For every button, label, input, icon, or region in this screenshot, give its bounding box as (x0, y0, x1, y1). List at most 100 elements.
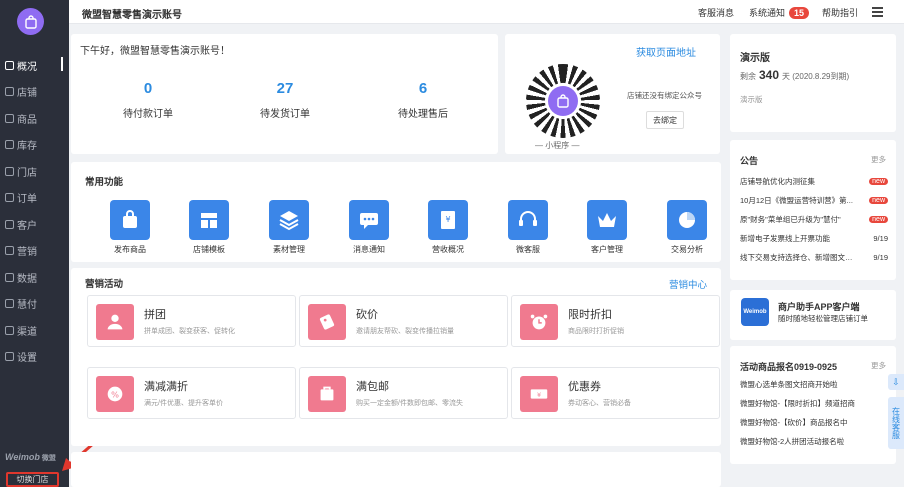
function-layers[interactable]: 素材管理 (259, 200, 319, 255)
notice-item[interactable]: 10月12日《微盟运营特训营》第... new (740, 195, 888, 206)
sidebar-item-customers[interactable]: 客户 (0, 211, 69, 238)
notice-card: 公告 更多 店铺导航优化内测征集 new 10月12日《微盟运营特训营》第... ne… (730, 140, 896, 280)
sidebar-item-label: 商品 (17, 114, 37, 126)
function-headset[interactable]: 微客服 (498, 200, 558, 255)
sidebar-item-channels[interactable]: 渠道 (0, 317, 69, 344)
sidebar-nav: 概况 店铺 商品 库存 门店 订单 客户 营销 数据 慧付 渠道 设置 (0, 52, 69, 370)
download-icon[interactable]: ⇩ (888, 374, 904, 390)
sidebar-item-label: 店铺 (17, 88, 37, 100)
sidebar-item-label: 客户 (17, 220, 37, 232)
remain-days: 340 (759, 68, 780, 82)
stat-label: 待付款订单 (123, 109, 173, 120)
function-label: 微客服 (516, 245, 540, 254)
function-label: 客户管理 (591, 245, 623, 254)
activity-item[interactable]: 微盟好物馆-【砍价】商品报名中 (740, 417, 848, 428)
overview-icon (5, 60, 14, 70)
sidebar-item-stores[interactable]: 门店 (0, 158, 69, 185)
marketing-item-title: 拼团 (144, 309, 166, 321)
stat-label: 待发货订单 (260, 109, 310, 120)
marketing-center-link[interactable]: 营销中心 (669, 277, 707, 291)
qr-card: 获取页面地址 — 小程序 — 店铺还没有绑定公众号 去绑定 (505, 34, 720, 154)
section-title: 常用功能 (85, 177, 124, 188)
marketing-item-title: 满减满折 (144, 381, 188, 393)
function-crown[interactable]: 客户管理 (577, 200, 637, 255)
shopping-bag-icon (557, 94, 569, 108)
stat-pending-aftersale[interactable]: 6 待处理售后 (368, 80, 478, 120)
hamburger-menu-icon[interactable] (872, 7, 883, 17)
marketing-item-desc: 满元/件优惠、提升客单价 (144, 400, 223, 407)
activity-item[interactable]: 微盟心选单条图文招商开始啦 (740, 379, 838, 390)
app-promo-card[interactable]: Weimob 商户助手APP客户端 随时随地轻松管理店铺订单 (730, 290, 896, 340)
brand-text: Weimob (5, 452, 40, 462)
plan-card: 演示版 剩余 340 天 (2020.8.29到期) 演示版 (730, 34, 896, 132)
sidebar-item-marketing[interactable]: 营销 (0, 238, 69, 265)
marketing-item-package[interactable]: 满包邮 购买一定金额/件数即包邮、零流失 (299, 367, 508, 419)
notice-more-link[interactable]: 更多 (871, 154, 886, 165)
activity-title: 活动商品报名0919-0925 (740, 362, 838, 372)
bottom-card (71, 452, 721, 487)
get-page-url-link[interactable]: 获取页面地址 (636, 44, 696, 59)
sidebar-item-inventory[interactable]: 库存 (0, 132, 69, 159)
greeting-card: 下午好，微盟智慧零售演示账号！ 0 待付款订单 27 待发货订单 6 待处理售后 (71, 34, 498, 154)
marketing-item-alarm-clock[interactable]: 限时折扣 商品限时打折促销 (511, 295, 720, 347)
function-message[interactable]: 消息通知 (339, 200, 399, 255)
discount-icon: % (96, 376, 134, 412)
activity-more-link[interactable]: 更多 (871, 360, 886, 371)
plan-remaining: 剩余 340 天 (2020.8.29到期) (740, 68, 849, 82)
shopping-bag-icon (24, 14, 37, 29)
revenue-icon: ¥ (428, 200, 468, 240)
stat-number: 27 (276, 80, 294, 97)
bind-button[interactable]: 去绑定 (646, 111, 684, 129)
sidebar-item-store[interactable]: 店铺 (0, 79, 69, 106)
service-messages-link[interactable]: 客服消息 (698, 6, 734, 19)
weimob-app-logo: Weimob (741, 298, 769, 326)
notice-item[interactable]: 新增电子发票线上开票功能 9/19 (740, 233, 888, 244)
activity-item[interactable]: 微盟好物馆-2人拼团活动报名啦 (740, 436, 844, 447)
notice-item[interactable]: 线下交易支持选择仓、新增图文列... 9/19 (740, 252, 888, 263)
template-icon (189, 200, 229, 240)
notice-text: 10月12日《微盟运营特训营》第... (740, 196, 853, 205)
sidebar: 概况 店铺 商品 库存 门店 订单 客户 营销 数据 慧付 渠道 设置 Weim… (0, 0, 69, 487)
help-link[interactable]: 帮助指引 (822, 6, 858, 19)
online-service-button[interactable]: 在线客服 (888, 397, 904, 449)
section-title: 营销活动 (85, 279, 124, 290)
system-notice-link[interactable]: 系统通知 15 (749, 6, 810, 19)
sidebar-item-overview[interactable]: 概况 (0, 52, 69, 79)
app-promo-subtitle: 随时随地轻松管理店铺订单 (778, 314, 868, 323)
sidebar-item-orders[interactable]: 订单 (0, 185, 69, 212)
notice-date: 9/19 (873, 253, 888, 262)
marketing-item-bargain[interactable]: 砍价 邀请朋友帮砍、裂变传播拉销量 (299, 295, 508, 347)
marketing-item-group[interactable]: 拼团 拼单成团、裂变获客、促转化 (87, 295, 296, 347)
sidebar-item-settings[interactable]: 设置 (0, 344, 69, 371)
customer-icon (5, 219, 14, 229)
switch-store-button[interactable]: 切换门店 (6, 472, 59, 487)
sidebar-item-products[interactable]: 商品 (0, 105, 69, 132)
marketing-item-desc: 邀请朋友帮砍、裂变传播拉销量 (356, 328, 454, 335)
function-template[interactable]: 店铺模板 (179, 200, 239, 255)
svg-text:¥: ¥ (537, 391, 541, 399)
function-revenue[interactable]: ¥ 营收概况 (418, 200, 478, 255)
marketing-item-title: 优惠券 (568, 381, 601, 393)
sidebar-item-label: 营销 (17, 247, 37, 259)
notice-item[interactable]: 店铺导航优化内测征集 new (740, 176, 888, 187)
function-shopping-bag[interactable]: 发布商品 (100, 200, 160, 255)
activity-item[interactable]: 微盟好物馆-【限时折扣】频道招商 (740, 398, 855, 409)
stat-pending-shipment[interactable]: 27 待发货订单 (230, 80, 340, 120)
marketing-item-coupon[interactable]: ¥ 优惠券 券动客心、营销必备 (511, 367, 720, 419)
alarm-clock-icon (520, 304, 558, 340)
brand-cn-text: 微盟 (41, 455, 56, 462)
pie-chart-icon (667, 200, 707, 240)
function-label: 素材管理 (273, 245, 305, 254)
notice-item[interactable]: 原"财务"菜单组已升级为"慧付" new (740, 214, 888, 225)
store-logo[interactable] (17, 8, 44, 35)
marketing-item-desc: 商品限时打折促销 (568, 328, 624, 335)
sidebar-item-pay[interactable]: 慧付 (0, 291, 69, 318)
stat-pending-payment[interactable]: 0 待付款订单 (93, 80, 203, 120)
svg-text:%: % (111, 390, 119, 400)
marketing-item-discount[interactable]: % 满减满折满元/件优惠、提升客单价 (87, 367, 296, 419)
function-pie-chart[interactable]: 交易分析 (657, 200, 717, 255)
sidebar-item-label: 概况 (17, 61, 37, 73)
sidebar-item-label: 数据 (17, 273, 37, 285)
sidebar-item-data[interactable]: 数据 (0, 264, 69, 291)
greeting-text: 下午好，微盟智慧零售演示账号！ (80, 46, 230, 57)
